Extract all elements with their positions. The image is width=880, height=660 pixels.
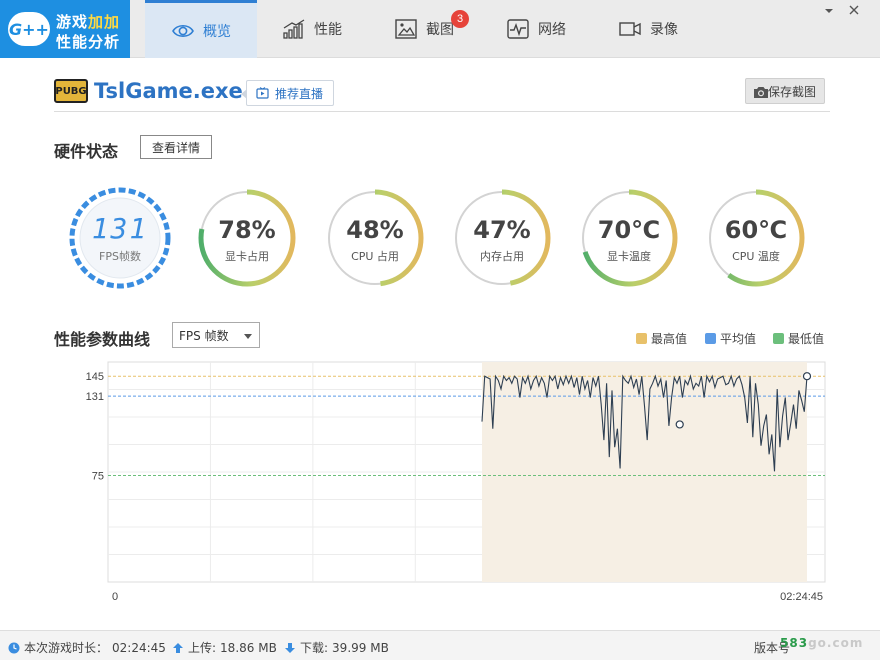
- logo-title-b: 加加: [88, 13, 121, 31]
- tab-performance-label: 性能: [314, 22, 342, 38]
- watermark-part-a: 583: [780, 636, 809, 650]
- tab-screenshot[interactable]: 截图: [368, 0, 480, 58]
- tab-record[interactable]: 录像: [592, 0, 704, 58]
- y-tick-label: 75: [92, 471, 104, 483]
- legend-avg-swatch: [705, 333, 716, 344]
- logo-title-line1: 游戏加加: [56, 11, 120, 32]
- legend-min-label: 最低值: [788, 332, 825, 346]
- gpu-usage-value: 78%: [218, 216, 276, 244]
- video-camera-icon: [619, 22, 641, 36]
- clock-icon: [8, 642, 20, 653]
- upload-total: 上传: 18.86 MB: [172, 639, 277, 656]
- fps-value: 131: [91, 212, 149, 245]
- save-screenshot-label: 保存截图: [767, 84, 816, 99]
- legend-avg-label: 平均值: [720, 332, 757, 346]
- chart-point-marker: [802, 372, 812, 381]
- download-value: 39.99 MB: [332, 640, 389, 655]
- arrow-down-icon: [285, 642, 295, 653]
- cpu-usage-value: 48%: [346, 216, 404, 244]
- legend-min: 最低值: [773, 330, 824, 347]
- gpu-temperature-value: 70℃: [597, 216, 661, 244]
- legend-max-swatch: [636, 333, 647, 344]
- tab-network[interactable]: 网络: [480, 0, 592, 58]
- image-icon: [395, 19, 417, 39]
- pulse-icon: [507, 19, 529, 39]
- logo-title-a: 游戏: [56, 13, 89, 31]
- game-icon: PUBG: [54, 79, 88, 103]
- game-process-name: TslGame.exe: [94, 79, 243, 103]
- y-tick-label: 145: [86, 371, 104, 383]
- cpu-usage-gauge: 48% CPU 占用: [323, 186, 427, 290]
- legend-max: 最高值: [636, 330, 687, 347]
- gpu-temperature-gauge: 70℃ 显卡温度: [577, 186, 681, 290]
- watermark-part-b: go.com: [808, 636, 864, 650]
- recommend-live-label: 推荐直播: [275, 86, 324, 101]
- cpu-temperature-value: 60℃: [724, 216, 788, 244]
- session-duration-value: 02:24:45: [112, 640, 166, 655]
- status-bar: 本次游戏时长： 02:24:45 上传: 18.86 MB 下载: 39.99 …: [0, 630, 880, 660]
- fps-label: FPS帧数: [99, 250, 141, 263]
- gpu-usage-gauge: 78% 显卡占用: [195, 186, 299, 290]
- x-axis-start-label: 0: [112, 591, 118, 603]
- logo-title-line2: 性能分析: [56, 33, 121, 51]
- close-icon[interactable]: [846, 2, 862, 18]
- save-screenshot-button[interactable]: 保存截图: [745, 78, 825, 104]
- tv-icon: [256, 87, 269, 99]
- chart-data-fill: [482, 362, 807, 582]
- tab-screenshot-label: 截图: [426, 22, 454, 38]
- tab-performance[interactable]: 性能: [256, 0, 368, 58]
- session-duration: 本次游戏时长： 02:24:45: [8, 639, 166, 656]
- cpu-temperature-label: CPU 温度: [732, 250, 780, 263]
- metric-select-value: FPS 帧数: [179, 328, 229, 343]
- y-tick-label: 131: [86, 391, 104, 403]
- watermark: 583go.com: [780, 636, 863, 650]
- tab-network-label: 网络: [538, 22, 566, 38]
- legend-max-label: 最高值: [651, 332, 688, 346]
- game-header: PUBG TslGame.exe 推荐直播 保存截图: [54, 76, 830, 112]
- gpu-temperature-label: 显卡温度: [607, 250, 651, 263]
- chevron-down-icon[interactable]: [822, 4, 836, 18]
- logo-badge: G++: [8, 12, 50, 46]
- memory-usage-value: 47%: [473, 216, 531, 244]
- dropdown-arrow-icon: [244, 334, 252, 339]
- arrow-up-icon: [173, 642, 183, 653]
- fps-gauge: 131 FPS帧数: [68, 186, 172, 290]
- legend-avg: 平均值: [705, 330, 756, 347]
- tab-overview-label: 概览: [203, 23, 231, 40]
- download-label: 下载:: [300, 641, 329, 655]
- performance-curve-title: 性能参数曲线: [54, 330, 151, 349]
- view-details-button[interactable]: 查看详情: [140, 135, 212, 159]
- bar-chart-icon: [283, 19, 305, 39]
- eye-icon: [172, 24, 194, 37]
- tab-record-label: 录像: [650, 22, 678, 38]
- gpu-usage-label: 显卡占用: [225, 250, 269, 263]
- x-axis-end-label: 02:24:45: [780, 591, 823, 603]
- upload-value: 18.86 MB: [220, 640, 277, 655]
- hardware-status-title: 硬件状态: [54, 142, 119, 161]
- metric-select[interactable]: FPS 帧数: [172, 322, 260, 348]
- download-total: 下载: 39.99 MB: [284, 639, 389, 656]
- tab-overview[interactable]: 概览: [145, 0, 257, 58]
- recommend-live-button[interactable]: 推荐直播: [240, 80, 335, 106]
- legend-min-swatch: [773, 333, 784, 344]
- camera-icon: [754, 87, 768, 98]
- cpu-temperature-gauge: 60℃ CPU 温度: [704, 186, 808, 290]
- memory-usage-gauge: 47% 内存占用: [450, 186, 554, 290]
- app-logo: G++ 游戏加加 性能分析: [0, 0, 130, 58]
- fps-line-chart: 145 131 75 0 02:24:45: [86, 361, 826, 603]
- top-bar: G++ 游戏加加 性能分析 概览 性能 截图 3 网络 录像: [0, 0, 880, 58]
- session-duration-label: 本次游戏时长：: [24, 641, 109, 655]
- chart-point-marker: [675, 420, 684, 429]
- cpu-usage-label: CPU 占用: [351, 250, 399, 263]
- upload-label: 上传:: [188, 641, 217, 655]
- screenshot-count-badge: 3: [451, 10, 469, 28]
- memory-usage-label: 内存占用: [480, 250, 524, 263]
